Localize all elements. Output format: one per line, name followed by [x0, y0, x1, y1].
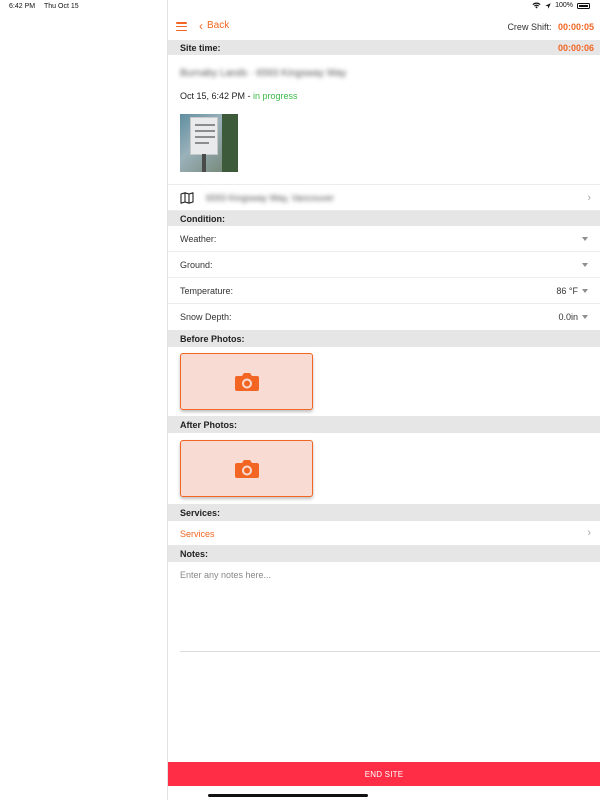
site-date-status: Oct 15, 6:42 PM - in progress: [180, 91, 298, 101]
snow-depth-field[interactable]: Snow Depth: 0.0in: [168, 304, 600, 330]
location-row[interactable]: 6593 Kingsway Way, Vancouver ›: [168, 184, 600, 211]
master-pane: [0, 14, 167, 800]
temperature-value: 86 °F: [556, 286, 578, 296]
battery-percent: 100%: [555, 2, 573, 9]
camera-icon: [234, 459, 259, 478]
before-photos-header: Before Photos:: [168, 330, 600, 347]
add-after-photo-button[interactable]: [180, 440, 313, 497]
temperature-field[interactable]: Temperature: 86 °F: [168, 278, 600, 304]
site-date: Oct 15, 6:42 PM -: [180, 91, 254, 101]
end-site-button[interactable]: END SITE: [168, 762, 600, 786]
services-row[interactable]: Services ›: [168, 521, 600, 545]
chevron-right-icon: ›: [587, 192, 591, 204]
crew-shift-value: 00:00:05: [557, 22, 594, 32]
after-photos-header: After Photos:: [168, 416, 600, 433]
crew-shift-label: Crew Shift:: [507, 22, 552, 32]
status-bar: 6:42 PM Thu Oct 15 100%: [0, 0, 600, 14]
site-address: Burnaby Lands · 6593 Kingsway Way: [180, 68, 347, 79]
dropdown-caret-icon: [582, 237, 588, 241]
battery-icon: [577, 2, 590, 9]
snow-depth-value: 0.0in: [558, 312, 578, 322]
notes-textarea[interactable]: [180, 566, 600, 652]
condition-label: Condition:: [180, 213, 225, 224]
hamburger-menu-icon[interactable]: [176, 22, 187, 31]
temperature-label: Temperature:: [180, 286, 234, 296]
status-date: Thu Oct 15: [44, 3, 79, 10]
wifi-icon: [532, 2, 541, 9]
site-time-label: Site time:: [180, 42, 221, 53]
services-header: Services:: [168, 504, 600, 521]
services-link: Services: [180, 529, 215, 539]
site-detail-panel: ‹ Back Crew Shift: 00:00:05 Site time: 0…: [168, 14, 600, 800]
end-site-label: END SITE: [364, 769, 404, 779]
status-right: 100%: [532, 2, 590, 9]
home-indicator: [208, 794, 368, 797]
status-time: 6:42 PM: [9, 3, 36, 10]
crew-shift-timer: Crew Shift: 00:00:05: [507, 22, 594, 32]
nav-bar: ‹ Back Crew Shift: 00:00:05: [168, 14, 600, 40]
site-photo-thumbnail[interactable]: [180, 114, 238, 172]
after-photos-label: After Photos:: [180, 419, 237, 430]
ground-label: Ground:: [180, 260, 213, 270]
notes-header: Notes:: [168, 545, 600, 562]
ground-field[interactable]: Ground:: [168, 252, 600, 278]
map-icon: [180, 192, 194, 204]
site-time-header: Site time: 00:00:06: [168, 40, 600, 55]
site-time-value: 00:00:06: [557, 42, 594, 53]
site-status: in progress: [253, 91, 298, 101]
dropdown-caret-icon: [582, 315, 588, 319]
weather-field[interactable]: Weather:: [168, 226, 600, 252]
before-photos-label: Before Photos:: [180, 333, 245, 344]
location-arrow-icon: [545, 2, 551, 9]
add-before-photo-button[interactable]: [180, 353, 313, 410]
chevron-right-icon: ›: [587, 527, 591, 539]
dropdown-caret-icon: [582, 289, 588, 293]
notes-label: Notes:: [180, 548, 209, 559]
snow-depth-label: Snow Depth:: [180, 312, 232, 322]
chevron-left-icon: ‹: [199, 18, 203, 33]
condition-header: Condition:: [168, 211, 600, 226]
back-label: Back: [207, 20, 230, 31]
services-header-label: Services:: [180, 507, 221, 518]
dropdown-caret-icon: [582, 263, 588, 267]
weather-label: Weather:: [180, 234, 217, 244]
camera-icon: [234, 372, 259, 391]
back-button[interactable]: ‹ Back: [199, 18, 230, 33]
location-text: 6593 Kingsway Way, Vancouver: [206, 193, 334, 203]
